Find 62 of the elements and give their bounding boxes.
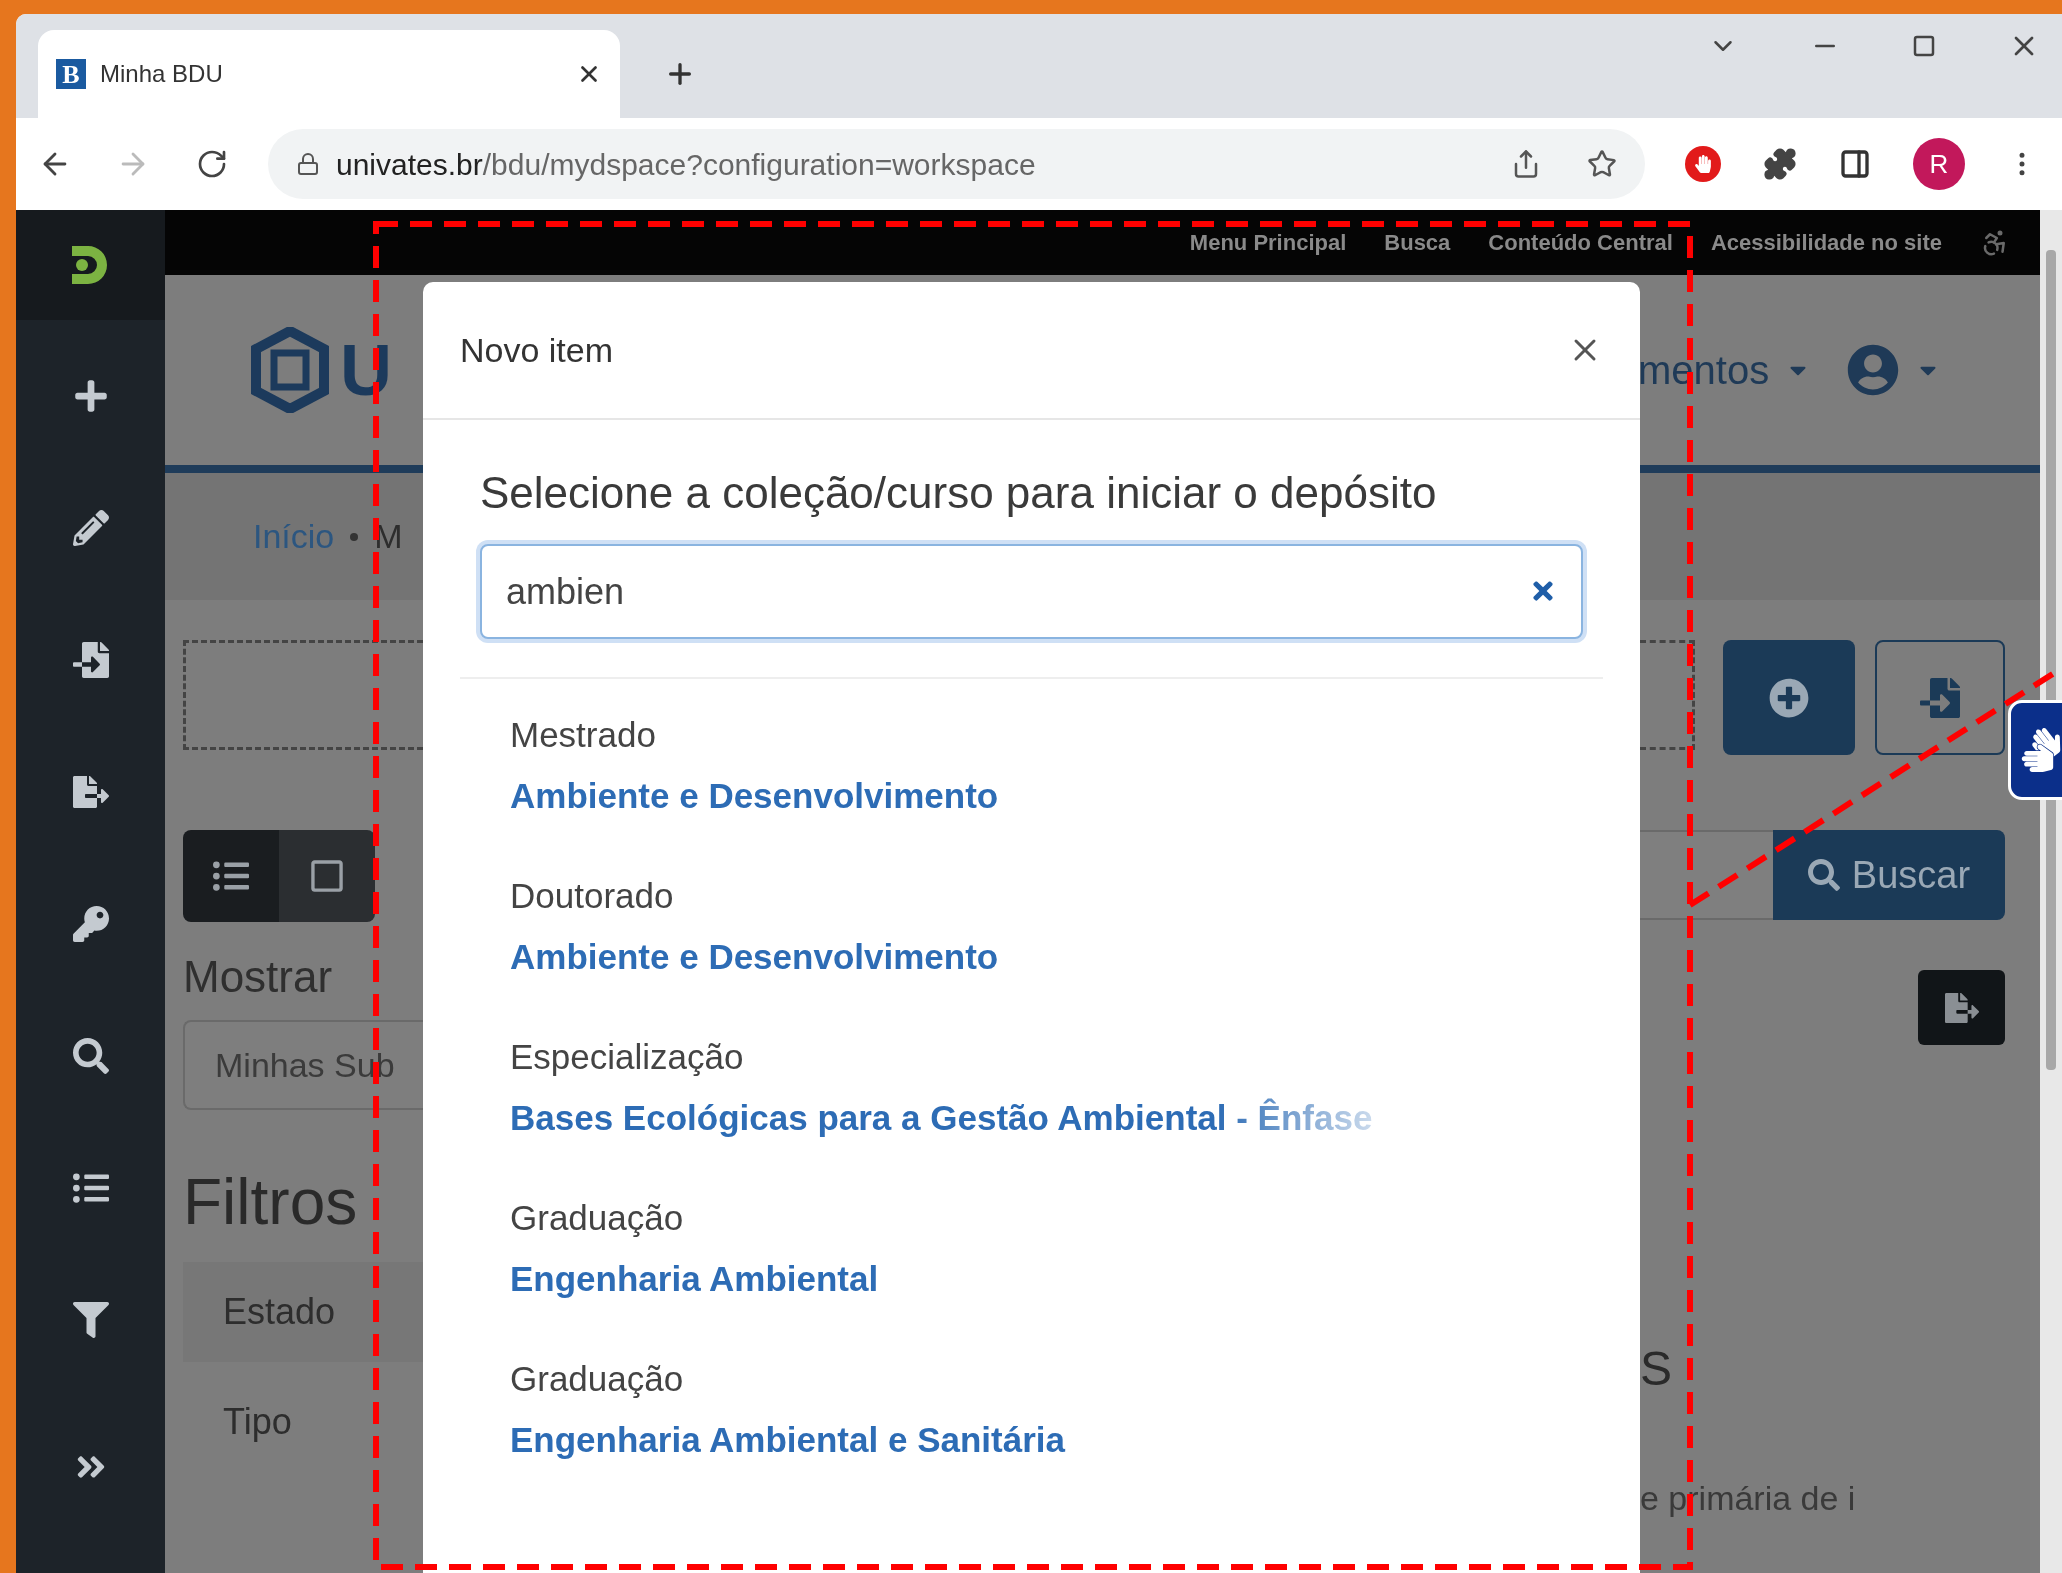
skip-link[interactable]: Acessibilidade no site [1710, 226, 1942, 259]
file-export-icon [1944, 990, 1979, 1025]
maximize-icon[interactable] [1912, 34, 1936, 58]
result-category: Graduação [510, 1358, 685, 1400]
search-field[interactable] [1640, 830, 1773, 920]
breadcrumb-separator [350, 532, 359, 541]
favicon: B [56, 59, 86, 89]
result-item[interactable]: Mestrado Ambiente e Desenvolvimento [510, 709, 1583, 822]
result-link[interactable]: Ambiente e Desenvolvimento [510, 769, 999, 822]
skip-link[interactable]: Conteúdo Central [1488, 226, 1673, 259]
reload-icon[interactable] [196, 148, 228, 180]
result-item[interactable]: Graduação Engenharia Ambiental [510, 1192, 1583, 1305]
bookmark-icon[interactable] [1587, 149, 1617, 179]
list-icon[interactable] [72, 1170, 109, 1206]
result-category: Especialização [510, 1036, 745, 1078]
list-view-button[interactable] [183, 830, 279, 922]
filter-header[interactable]: Tipo [183, 1372, 423, 1472]
signing-hands-icon [2019, 728, 2062, 772]
search-button[interactable]: Buscar [1773, 830, 2005, 920]
skip-link[interactable]: Busca [1384, 226, 1451, 259]
browser-tab[interactable]: B Minha BDU [38, 30, 620, 118]
user-icon[interactable] [1847, 344, 1900, 396]
section-heading: S [1640, 1345, 1673, 1393]
file-export-icon[interactable] [72, 774, 109, 810]
skip-link[interactable]: Menu Principal [1189, 226, 1347, 259]
dialog-title: Novo item [460, 329, 615, 371]
result-link[interactable]: Ambiente e Desenvolvimento [510, 930, 999, 983]
tab-title: Minha BDU [100, 59, 224, 89]
result-category: Mestrado [510, 714, 657, 756]
grid-view-button[interactable] [279, 830, 375, 922]
export-button[interactable] [1918, 970, 2005, 1045]
filter-header[interactable]: Estado [183, 1262, 423, 1362]
add-button[interactable] [1723, 640, 1855, 755]
result-item[interactable]: Graduação Engenharia Ambiental e Sanitária [510, 1353, 1583, 1466]
key-icon[interactable] [72, 906, 109, 942]
pencil-icon[interactable] [72, 510, 109, 546]
address-bar[interactable]: univates.br/bdu/mydspace?configuration=workspace [268, 129, 1645, 199]
search-icon [1807, 859, 1840, 891]
search-field[interactable]: ambien [480, 544, 1583, 639]
result-category: Graduação [510, 1197, 685, 1239]
lock-icon [296, 152, 320, 176]
result-category: Doutorado [510, 875, 675, 917]
plus-icon[interactable] [72, 378, 109, 414]
file-import-icon [1920, 677, 1960, 718]
result-link[interactable]: Engenharia Ambiental [510, 1252, 879, 1305]
sign-language-widget[interactable] [2008, 700, 2062, 800]
result-item[interactable]: Especialização Bases Ecológicas para a Gestão Ambiental - Ênfase [510, 1031, 1583, 1144]
result-link[interactable]: Engenharia Ambiental e Sanitária [510, 1413, 1065, 1466]
search-icon[interactable] [72, 1038, 109, 1074]
dialog-heading: Selecione a coleção/curso para iniciar o depósito [480, 467, 1438, 519]
side-panel-icon[interactable] [1839, 148, 1871, 180]
profile-avatar[interactable]: R [1913, 138, 1965, 190]
filter-icon[interactable] [72, 1302, 109, 1338]
result-item[interactable]: Doutorado Ambiente e Desenvolvimento [510, 870, 1583, 983]
filters-title: Filtros [183, 1170, 359, 1234]
result-link[interactable]: Bases Ecológicas para a Gestão Ambiental - Ênfase [510, 1091, 1373, 1144]
show-label: Mostrar [183, 951, 334, 1003]
file-import-icon[interactable] [72, 642, 109, 678]
url-text: univates.br/bdu/mydspace?configuration=workspace [336, 146, 1037, 183]
hand-badge-icon[interactable] [1685, 146, 1721, 182]
list-icon [213, 858, 249, 894]
extensions-icon[interactable] [1763, 147, 1797, 181]
